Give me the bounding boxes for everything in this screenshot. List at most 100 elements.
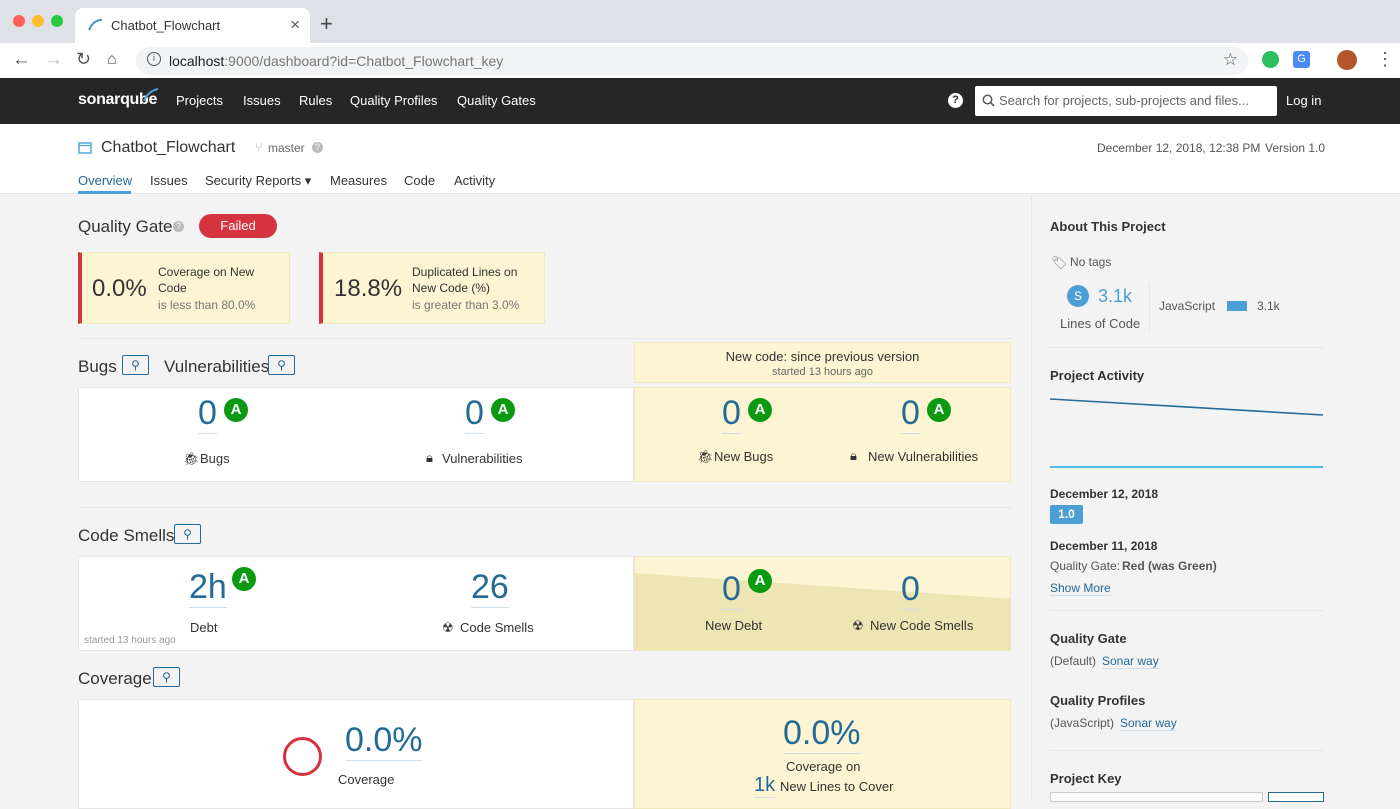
tab-activity[interactable]: Activity bbox=[454, 173, 495, 188]
new-code-smells-value[interactable]: 0 bbox=[901, 570, 920, 610]
evernote-extension-icon[interactable] bbox=[1262, 51, 1279, 68]
event-date: December 12, 2018 bbox=[1050, 487, 1159, 501]
new-coverage-value[interactable]: 0.0% bbox=[783, 714, 861, 754]
maximize-window-icon[interactable] bbox=[51, 15, 63, 27]
url-field[interactable]: i localhost:9000/dashboard?id=Chatbot_Fl… bbox=[136, 47, 1248, 75]
nav-quality-gates[interactable]: Quality Gates bbox=[457, 93, 536, 108]
quality-gate-link[interactable]: Sonar way bbox=[1102, 654, 1159, 669]
debt-value[interactable]: 2h bbox=[189, 568, 227, 608]
forward-icon[interactable]: → bbox=[44, 49, 63, 71]
browser-tab[interactable]: Chatbot_Flowchart × bbox=[75, 8, 310, 43]
project-icon bbox=[78, 142, 92, 154]
divider bbox=[1050, 610, 1323, 611]
show-more-link[interactable]: Show More bbox=[1050, 581, 1111, 596]
new-bugs-value[interactable]: 0 bbox=[722, 394, 741, 434]
bookmark-star-icon[interactable]: ☆ bbox=[1223, 50, 1238, 70]
quality-profile-language: (JavaScript) bbox=[1050, 716, 1115, 730]
reload-icon[interactable]: ↻ bbox=[76, 49, 91, 70]
tab-security-reports[interactable]: Security Reports ▾ bbox=[205, 173, 311, 189]
new-debt-rating-badge[interactable]: A bbox=[748, 569, 772, 593]
close-tab-icon[interactable]: × bbox=[290, 15, 300, 35]
info-icon[interactable]: i bbox=[147, 52, 161, 66]
analysis-date: December 12, 2018, 12:38 PM bbox=[1097, 141, 1261, 155]
bugs-drilldown-icon[interactable]: ⚲ bbox=[122, 355, 149, 375]
copy-key-button[interactable] bbox=[1268, 792, 1324, 802]
browser-menu-icon[interactable]: ⋮ bbox=[1376, 49, 1394, 70]
size-rating-badge: S bbox=[1067, 285, 1089, 307]
new-code-smells-card: 0 A New Debt 0 ☢︎ New Code Smells bbox=[634, 556, 1011, 651]
home-icon[interactable]: ⌂ bbox=[107, 51, 117, 69]
project-key-field[interactable] bbox=[1050, 792, 1263, 802]
new-code-period-title: New code: since previous version bbox=[725, 349, 920, 364]
help-icon[interactable]: ? bbox=[948, 93, 963, 108]
tab-issues[interactable]: Issues bbox=[150, 173, 188, 188]
new-bugs-label: New Bugs bbox=[714, 449, 774, 464]
debt-rating-badge[interactable]: A bbox=[232, 567, 256, 591]
bugs-value[interactable]: 0 bbox=[198, 394, 217, 434]
translate-extension-icon[interactable]: G bbox=[1293, 51, 1310, 68]
new-code-period-header: New code: since previous version started… bbox=[634, 342, 1011, 383]
coverage-drilldown-icon[interactable]: ⚲ bbox=[153, 667, 180, 687]
code-smells-drilldown-icon[interactable]: ⚲ bbox=[174, 524, 201, 544]
gate-condition-duplications[interactable]: 18.8% Duplicated Lines on New Code (%) i… bbox=[319, 252, 545, 324]
new-debt-value[interactable]: 0 bbox=[722, 570, 741, 610]
login-link[interactable]: Log in bbox=[1286, 93, 1321, 108]
browser-tab-strip: Chatbot_Flowchart × + bbox=[0, 0, 1400, 43]
event-date: December 11, 2018 bbox=[1050, 539, 1158, 553]
nav-rules[interactable]: Rules bbox=[299, 93, 332, 108]
quality-gate-help-icon[interactable]: ? bbox=[173, 221, 184, 232]
divider bbox=[1050, 347, 1323, 348]
code-smell-icon: ☢︎ bbox=[852, 618, 864, 633]
coverage-value[interactable]: 0.0% bbox=[345, 721, 423, 761]
back-icon[interactable]: ← bbox=[12, 49, 31, 71]
nav-quality-profiles[interactable]: Quality Profiles bbox=[350, 93, 437, 108]
debt-started-note: started 13 hours ago bbox=[84, 635, 176, 646]
event-gate-value: Red (was Green) bbox=[1122, 559, 1217, 573]
close-window-icon[interactable] bbox=[13, 15, 25, 27]
branch-help-icon[interactable]: ? bbox=[312, 142, 323, 153]
search-box[interactable] bbox=[975, 86, 1277, 116]
bugs-section-title: Bugs bbox=[78, 357, 117, 376]
new-debt-label: New Debt bbox=[705, 618, 763, 633]
new-coverage-card: 0.0% Coverage on 1k New Lines to Cover bbox=[634, 699, 1011, 809]
nav-issues[interactable]: Issues bbox=[243, 93, 281, 108]
code-smells-label: Code Smells bbox=[460, 620, 534, 635]
search-input[interactable] bbox=[999, 93, 1269, 108]
code-smell-icon: ☢︎ bbox=[442, 620, 454, 635]
new-lines-to-cover-value[interactable]: 1k bbox=[754, 774, 776, 798]
profile-avatar-icon[interactable] bbox=[1337, 50, 1357, 70]
vulnerabilities-rating-badge[interactable]: A bbox=[491, 398, 515, 422]
vulnerabilities-drilldown-icon[interactable]: ⚲ bbox=[268, 355, 295, 375]
tab-code[interactable]: Code bbox=[404, 173, 435, 188]
lines-of-code-value[interactable]: 3.1k bbox=[1098, 286, 1132, 307]
about-title: About This Project bbox=[1050, 219, 1166, 234]
quality-gate-default-label: (Default) bbox=[1050, 654, 1097, 668]
new-vulnerabilities-value[interactable]: 0 bbox=[901, 394, 920, 434]
bugs-rating-badge[interactable]: A bbox=[224, 398, 248, 422]
active-tab-indicator bbox=[78, 191, 131, 194]
tab-overview[interactable]: Overview bbox=[78, 173, 132, 188]
new-bugs-rating-badge[interactable]: A bbox=[748, 398, 772, 422]
bugs-label: Bugs bbox=[200, 451, 230, 466]
new-vulnerabilities-rating-badge[interactable]: A bbox=[927, 398, 951, 422]
code-smells-value[interactable]: 26 bbox=[471, 568, 509, 608]
project-sidebar: About This Project 🏷︎ No tags S 3.1k Lin… bbox=[1031, 195, 1400, 802]
code-smells-card: 2h A Debt started 13 hours ago 26 ☢︎ Cod… bbox=[78, 556, 634, 651]
branch-icon: ⑂ bbox=[255, 140, 263, 155]
project-activity-sparkline[interactable] bbox=[1050, 391, 1324, 471]
new-coverage-label: Coverage on bbox=[786, 759, 861, 774]
vulnerabilities-label: Vulnerabilities bbox=[442, 451, 523, 466]
gate-condition-coverage[interactable]: 0.0% Coverage on New Code is less than 8… bbox=[78, 252, 290, 324]
top-navigation: sonarqube Projects Issues Rules Quality … bbox=[0, 78, 1400, 124]
vulnerabilities-value[interactable]: 0 bbox=[465, 394, 484, 434]
nav-projects[interactable]: Projects bbox=[176, 93, 223, 108]
branch-name[interactable]: master bbox=[268, 141, 305, 155]
gate-condition-label: Duplicated Lines on New Code (%) bbox=[412, 265, 518, 295]
tab-measures[interactable]: Measures bbox=[330, 173, 387, 188]
minimize-window-icon[interactable] bbox=[32, 15, 44, 27]
project-name[interactable]: Chatbot_Flowchart bbox=[101, 139, 235, 157]
url-path: :9000/dashboard?id=Chatbot_Flowchart_key bbox=[224, 53, 504, 69]
language-distribution-bar bbox=[1227, 301, 1247, 311]
quality-profile-link[interactable]: Sonar way bbox=[1120, 716, 1177, 731]
new-tab-icon[interactable]: + bbox=[320, 11, 333, 37]
